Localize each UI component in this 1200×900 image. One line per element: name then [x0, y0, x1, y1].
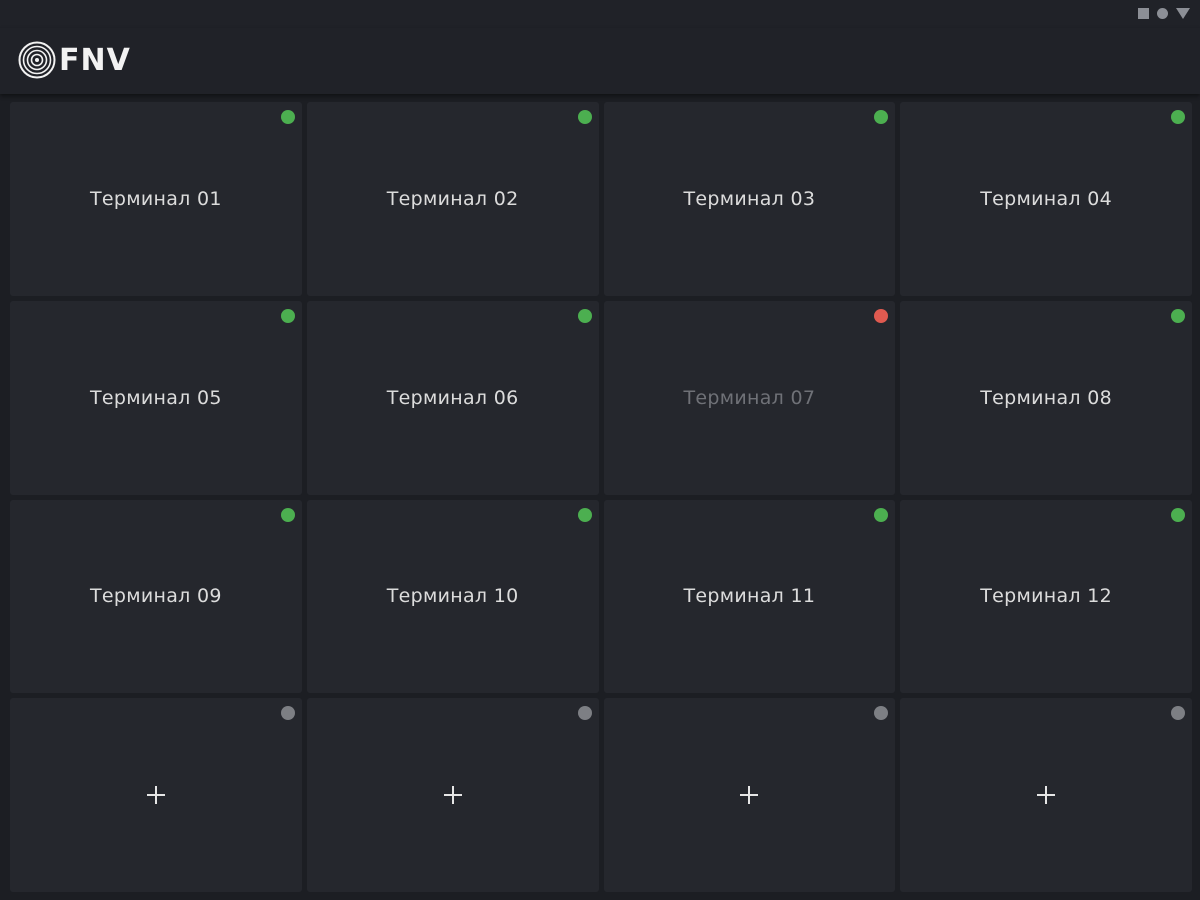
plus-icon: [1037, 786, 1056, 805]
terminal-label: Терминал 09: [89, 585, 222, 608]
system-status-bar: [0, 0, 1200, 28]
terminal-label: Терминал 02: [386, 187, 519, 210]
record-circle-icon: [1157, 8, 1168, 19]
status-dot-icon: [874, 507, 889, 522]
terminal-tile[interactable]: Терминал 10: [306, 499, 599, 694]
system-icons: [1138, 8, 1190, 19]
terminal-tile[interactable]: Терминал 07: [603, 300, 896, 495]
status-dot-icon: [1171, 308, 1185, 323]
terminal-label: Терминал 01: [89, 187, 222, 210]
add-terminal-button[interactable]: [306, 698, 599, 892]
terminal-label: Терминал 12: [980, 585, 1112, 608]
terminal-label: Терминал 04: [980, 187, 1112, 210]
add-terminal-button[interactable]: [10, 698, 302, 892]
terminal-label: Терминал 08: [980, 386, 1112, 409]
add-terminal-button[interactable]: [603, 698, 896, 892]
status-dot-icon: [577, 308, 592, 323]
dropdown-triangle-icon: [1176, 8, 1190, 19]
status-dot-icon: [1171, 706, 1185, 721]
status-dot-icon: [874, 706, 889, 721]
terminal-tile[interactable]: Терминал 08: [900, 300, 1192, 495]
plus-icon: [146, 786, 165, 805]
app-logo: FNV: [18, 41, 131, 79]
status-dot-icon: [874, 308, 889, 323]
terminal-label: Терминал 03: [683, 187, 816, 210]
status-dot-icon: [280, 110, 295, 124]
terminal-tile[interactable]: Терминал 09: [10, 499, 302, 694]
terminal-label: Терминал 06: [386, 386, 519, 409]
terminal-tile[interactable]: Терминал 11: [603, 499, 896, 694]
add-terminal-button[interactable]: [900, 698, 1192, 892]
terminal-tile[interactable]: Терминал 06: [306, 300, 599, 495]
terminal-label: Терминал 05: [89, 386, 222, 409]
status-dot-icon: [280, 507, 295, 522]
terminal-tile[interactable]: Терминал 04: [900, 102, 1192, 296]
status-dot-icon: [874, 110, 889, 124]
terminal-tile[interactable]: Терминал 03: [603, 102, 896, 296]
terminal-tile[interactable]: Терминал 12: [900, 499, 1192, 694]
status-dot-icon: [577, 507, 592, 522]
stop-square-icon: [1138, 8, 1149, 19]
terminal-tile[interactable]: Терминал 01: [10, 102, 302, 296]
status-dot-icon: [280, 706, 295, 721]
app-window: FNV Терминал 01 Терминал 02 Терминал 03 Тер…: [0, 0, 1200, 900]
status-dot-icon: [280, 308, 295, 323]
logo-text: FNV: [59, 42, 131, 78]
terminal-tile[interactable]: Терминал 05: [10, 300, 302, 495]
status-dot-icon: [577, 110, 592, 124]
plus-icon: [443, 786, 462, 805]
status-dot-icon: [1171, 507, 1185, 522]
terminal-label: Терминал 07: [683, 386, 816, 409]
terminal-grid: Терминал 01 Терминал 02 Терминал 03 Термина…: [10, 102, 1192, 892]
terminal-label: Терминал 11: [683, 585, 816, 608]
plus-icon: [740, 786, 759, 805]
terminal-tile[interactable]: Терминал 02: [306, 102, 599, 296]
logo-circles-icon: [18, 41, 56, 79]
terminal-label: Терминал 10: [386, 585, 519, 608]
status-dot-icon: [577, 706, 592, 721]
status-dot-icon: [1171, 110, 1185, 124]
app-header: FNV: [0, 28, 1200, 94]
